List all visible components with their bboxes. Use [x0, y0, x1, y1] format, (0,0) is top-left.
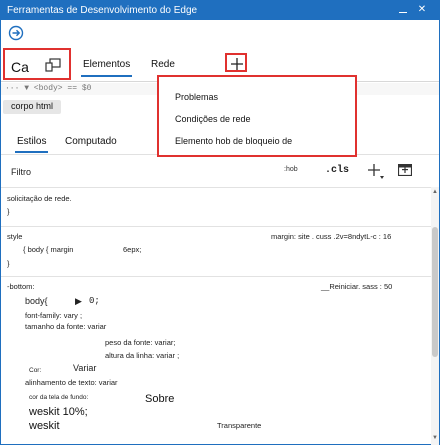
rule-close-brace: }	[7, 259, 10, 268]
css-selector: body{	[25, 296, 48, 306]
add-tool-button[interactable]	[225, 53, 247, 72]
device-emulation-icon[interactable]	[45, 58, 61, 72]
rule-source-link[interactable]: __Reiniciar. sass : 50	[321, 282, 392, 291]
window-title: Ferramentas de Desenvolvimento do Edge	[7, 5, 198, 16]
style-rule-1: solicitação de rede. }	[1, 187, 439, 223]
css-declaration[interactable]: { body { margin	[23, 245, 73, 254]
rule-selector: style	[7, 232, 23, 241]
menu-item-problemas[interactable]: Problemas	[175, 92, 218, 102]
rule-selector: -bottom:	[7, 282, 35, 291]
tab-rede[interactable]: Rede	[151, 59, 175, 70]
css-value[interactable]: 6epx;	[123, 245, 141, 254]
minimize-icon[interactable]	[396, 3, 410, 17]
style-rule-2: style margin: site . cuss .2v=8ndytL-c :…	[1, 226, 439, 272]
tab-elementos[interactable]: Elementos	[80, 59, 133, 77]
css-property[interactable]: cor da tela de fundo:	[29, 394, 88, 401]
more-tools-dropdown: Problemas Condições de rede Elemento hob…	[157, 75, 357, 157]
scroll-thumb[interactable]	[432, 227, 438, 357]
arrow-right-circle-icon[interactable]	[8, 25, 24, 41]
nav-row	[1, 20, 439, 46]
css-value[interactable]: Sobre	[145, 393, 174, 405]
dom-breadcrumb-text[interactable]: ··· ▼ <body> == $0	[5, 84, 91, 93]
hov-button[interactable]: :hob	[284, 166, 298, 173]
toggle-sidebar-icon[interactable]	[398, 164, 412, 176]
menu-item-condicoes-de-rede[interactable]: Condições de rede	[175, 114, 251, 124]
css-value[interactable]: weskit 10%;	[29, 406, 88, 418]
tab-ca-truncated[interactable]: Ca	[11, 59, 29, 75]
plus-icon	[231, 58, 243, 70]
css-value[interactable]: 0;	[89, 296, 100, 306]
css-property[interactable]: Cor:	[29, 367, 41, 374]
css-declaration[interactable]: tamanho da fonte: variar	[25, 322, 106, 331]
rule-close-brace: }	[7, 207, 10, 216]
css-value[interactable]: Variar	[73, 363, 96, 373]
cls-button[interactable]: .cls	[325, 165, 349, 176]
filter-input[interactable]: Filtro	[11, 167, 31, 177]
css-declaration[interactable]: alinhamento de texto: variar	[25, 378, 118, 387]
filter-bar: Filtro :hob .cls	[1, 159, 439, 185]
css-value[interactable]: weskit	[29, 420, 60, 432]
devtools-window: Ferramentas de Desenvolvimento do Edge ✕…	[0, 0, 440, 445]
element-path-chip[interactable]: corpo html	[3, 100, 62, 114]
highlight-box-ca: Ca	[3, 48, 71, 80]
css-declaration[interactable]: peso da fonte: variar;	[105, 338, 175, 347]
menu-item-bloqueio[interactable]: Elemento hob de bloqueio de	[175, 136, 292, 146]
tab-computado[interactable]: Computado	[65, 136, 117, 147]
close-icon[interactable]: ✕	[415, 3, 429, 17]
expand-arrow-icon[interactable]: ▶	[75, 296, 82, 307]
tab-estilos[interactable]: Estilos	[14, 136, 49, 153]
rule-text: solicitação de rede.	[7, 194, 72, 203]
css-value[interactable]: Transparente	[217, 421, 261, 430]
title-bar: Ferramentas de Desenvolvimento do Edge ✕	[1, 1, 439, 20]
rule-source-link[interactable]: margin: site . cuss .2v=8ndytL-c : 16	[271, 232, 391, 241]
new-style-rule-icon[interactable]	[365, 161, 387, 181]
scroll-up-icon[interactable]: ▲	[432, 189, 438, 195]
styles-scrollbar[interactable]: ▲ ▼	[431, 187, 439, 445]
style-rule-3: -bottom: __Reiniciar. sass : 50 body{ ▶ …	[1, 276, 439, 444]
css-declaration[interactable]: font-family: vary ;	[25, 311, 82, 320]
scroll-down-icon[interactable]: ▼	[432, 435, 438, 441]
css-declaration[interactable]: altura da linha: variar ;	[105, 351, 179, 360]
